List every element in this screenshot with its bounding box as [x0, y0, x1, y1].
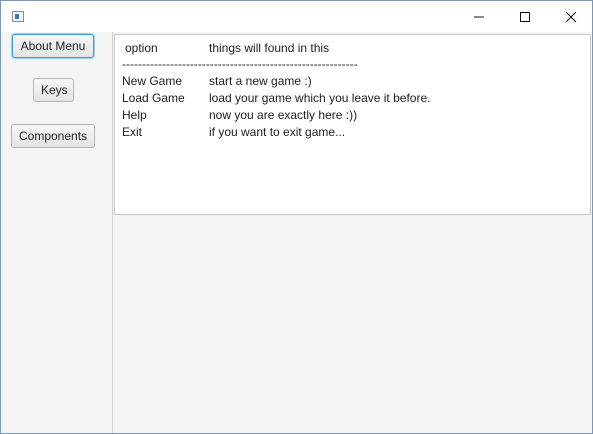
- close-button[interactable]: [548, 1, 593, 32]
- row-option-exit: Exit: [122, 125, 143, 139]
- about-menu-button[interactable]: About Menu: [12, 34, 94, 58]
- title-bar[interactable]: [1, 1, 592, 32]
- components-button[interactable]: Components: [11, 124, 95, 148]
- app-icon: [12, 11, 24, 22]
- row-description-new-game: start a new game :): [209, 74, 312, 88]
- keys-button[interactable]: Keys: [33, 78, 74, 102]
- minimize-button[interactable]: [456, 1, 502, 32]
- row-option-load-game: Load Game: [122, 91, 185, 105]
- minimize-icon: [474, 16, 484, 18]
- row-description-load-game: load your game which you leave it before…: [209, 91, 431, 105]
- row-description-help: now you are exactly here :)): [209, 108, 358, 122]
- sidebar: About Menu Keys Components: [1, 32, 113, 433]
- header-description-label: things will found in this: [209, 41, 330, 55]
- app-window: About Menu Keys Components option things…: [0, 0, 593, 434]
- content-area: About Menu Keys Components option things…: [1, 32, 592, 433]
- row-description-exit: if you want to exit game...: [209, 125, 346, 139]
- info-text-area[interactable]: option things will found in this -------…: [114, 34, 591, 215]
- row-option-new-game: New Game: [122, 74, 183, 88]
- maximize-icon: [520, 12, 530, 22]
- header-option-label: option: [125, 41, 158, 55]
- row-option-help: Help: [122, 108, 147, 122]
- maximize-button[interactable]: [502, 1, 548, 32]
- close-icon: [565, 11, 577, 23]
- separator-line: ----------------------------------------…: [122, 57, 358, 71]
